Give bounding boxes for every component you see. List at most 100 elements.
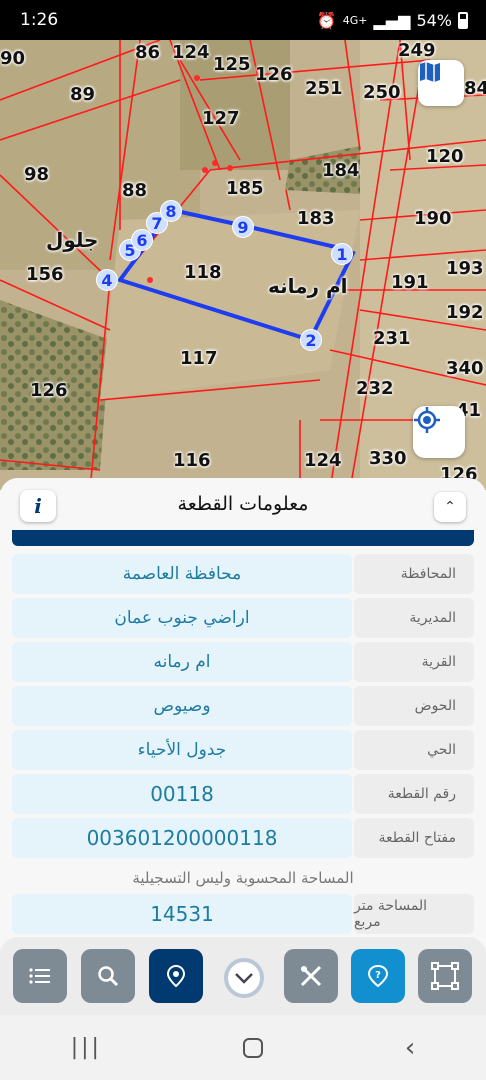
vertex-marker[interactable]: 4 <box>96 269 118 291</box>
detail-label: مفتاح القطعة <box>354 818 474 858</box>
bottom-toolbar: ? <box>0 937 486 1015</box>
parcel-details: محافظة العاصمة المحافظة اراضي جنوب عمان … <box>0 546 486 934</box>
plot-label: 86 <box>135 42 161 63</box>
detail-value: اراضي جنوب عمان <box>12 598 352 638</box>
plot-label: 126 <box>255 64 293 85</box>
battery-percent: 54% <box>416 10 452 30</box>
recent-apps-button[interactable]: ||| <box>71 1035 102 1060</box>
area-label: المساحة متر مربع <box>354 894 474 934</box>
plot-label: 251 <box>305 78 343 99</box>
area-note: المساحة المحسوبة وليس التسجيلية <box>132 869 354 887</box>
search-icon <box>98 966 119 987</box>
plot-label: 183 <box>297 208 335 229</box>
detail-label: القرية <box>354 642 474 682</box>
vertex-marker[interactable]: 6 <box>131 229 153 251</box>
gps-locate-button[interactable] <box>413 406 465 458</box>
plot-label: 84 <box>464 78 486 99</box>
signal-icon: ▂▄▆ <box>373 10 411 30</box>
plot-label: 124 <box>172 42 210 63</box>
map-layers-icon <box>420 62 440 82</box>
detail-value: 003601200000118 <box>12 818 352 858</box>
expand-toolbar-button[interactable] <box>217 951 271 1005</box>
system-nav-bar: ||| ‹ <box>0 1015 486 1080</box>
collapse-sheet-button[interactable]: ⌃ <box>434 492 466 522</box>
plot-label: 330 <box>369 448 407 469</box>
search-button[interactable] <box>81 949 135 1003</box>
help-button[interactable]: ? <box>351 949 405 1003</box>
plot-label: 116 <box>173 450 211 471</box>
info-button[interactable]: i <box>20 490 56 522</box>
network-type: 4G+ <box>342 13 368 27</box>
locate-parcel-button[interactable] <box>149 949 203 1003</box>
plot-label: 89 <box>70 84 96 105</box>
back-button[interactable]: ‹ <box>405 1033 415 1063</box>
status-icons: ⏰ 4G+ ▂▄▆ 54% <box>317 11 468 30</box>
plot-label: 191 <box>391 272 429 293</box>
alarm-icon: ⏰ <box>316 10 337 30</box>
gps-locate-icon <box>414 407 440 433</box>
plot-label: 184 <box>322 160 360 181</box>
plot-label: 249 <box>398 40 436 61</box>
info-icon: i <box>34 494 42 518</box>
measure-tool-button[interactable] <box>284 949 338 1003</box>
detail-value: 00118 <box>12 774 352 814</box>
measure-tool-icon <box>300 965 322 987</box>
detail-label: المديرية <box>354 598 474 638</box>
chevron-up-icon: ⌃ <box>444 499 456 515</box>
sheet-header: i معلومات القطعة ⌃ <box>0 478 486 530</box>
plot-label: 88 <box>122 180 148 201</box>
status-bar: 1:26 ⏰ 4G+ ▂▄▆ 54% <box>0 0 486 40</box>
plot-label: 127 <box>202 108 240 129</box>
chevron-down-icon <box>224 958 264 998</box>
detail-label: الحوض <box>354 686 474 726</box>
svg-text:?: ? <box>375 970 381 981</box>
detail-value: محافظة العاصمة <box>12 554 352 594</box>
plot-label: 126 <box>30 380 68 401</box>
plot-label: 120 <box>426 146 464 167</box>
detail-row-village: ام رمانه القرية <box>12 642 474 682</box>
plot-label: 250 <box>363 82 401 103</box>
help-icon: ? <box>367 964 389 988</box>
plot-label: 193 <box>446 258 484 279</box>
detail-row-governorate: محافظة العاصمة المحافظة <box>12 554 474 594</box>
detail-row-parcel-key: 003601200000118 مفتاح القطعة <box>12 818 474 858</box>
map-layers-button[interactable] <box>418 60 464 106</box>
detail-value: ام رمانه <box>12 642 352 682</box>
polygon-select-icon <box>431 962 459 990</box>
plot-label: 185 <box>226 178 264 199</box>
location-pin-icon <box>166 964 186 988</box>
place-label-umm-rummaneh: ام رمانه <box>268 274 348 298</box>
detail-label: الحي <box>354 730 474 770</box>
detail-label: رقم القطعة <box>354 774 474 814</box>
plot-label: 118 <box>184 262 222 283</box>
plot-label: 98 <box>24 164 50 185</box>
plot-label: 124 <box>304 450 342 471</box>
tab-strip <box>12 530 474 546</box>
detail-row-parcel-number: 00118 رقم القطعة <box>12 774 474 814</box>
plot-label: 190 <box>414 208 452 229</box>
plot-label: 232 <box>356 378 394 399</box>
list-icon <box>29 968 50 984</box>
place-label-jalul: جلول <box>46 228 99 252</box>
sheet-title: معلومات القطعة <box>177 493 309 515</box>
plot-label: 340 <box>446 358 484 379</box>
area-value: 14531 <box>12 894 352 934</box>
detail-row-directorate: اراضي جنوب عمان المديرية <box>12 598 474 638</box>
plot-label: 231 <box>373 328 411 349</box>
detail-row-basin: وصيوص الحوض <box>12 686 474 726</box>
vertex-marker[interactable]: 8 <box>160 200 182 222</box>
plot-label: 156 <box>26 264 64 285</box>
map-view[interactable]: 90 86 124 125 126 249 89 251 250 127 98 … <box>0 40 486 490</box>
plot-label: 192 <box>446 302 484 323</box>
battery-icon <box>458 11 468 29</box>
plot-label: 90 <box>0 48 26 69</box>
polygon-select-button[interactable] <box>418 949 472 1003</box>
home-button[interactable] <box>243 1037 264 1058</box>
list-button[interactable] <box>13 949 67 1003</box>
vertex-marker[interactable]: 9 <box>232 216 254 238</box>
detail-value: جدول الأحياء <box>12 730 352 770</box>
vertex-marker[interactable]: 2 <box>300 329 322 351</box>
parcel-info-sheet: i معلومات القطعة ⌃ محافظة العاصمة المحاف… <box>0 478 486 948</box>
plot-label: 117 <box>180 348 218 369</box>
vertex-marker[interactable]: 1 <box>331 243 353 265</box>
